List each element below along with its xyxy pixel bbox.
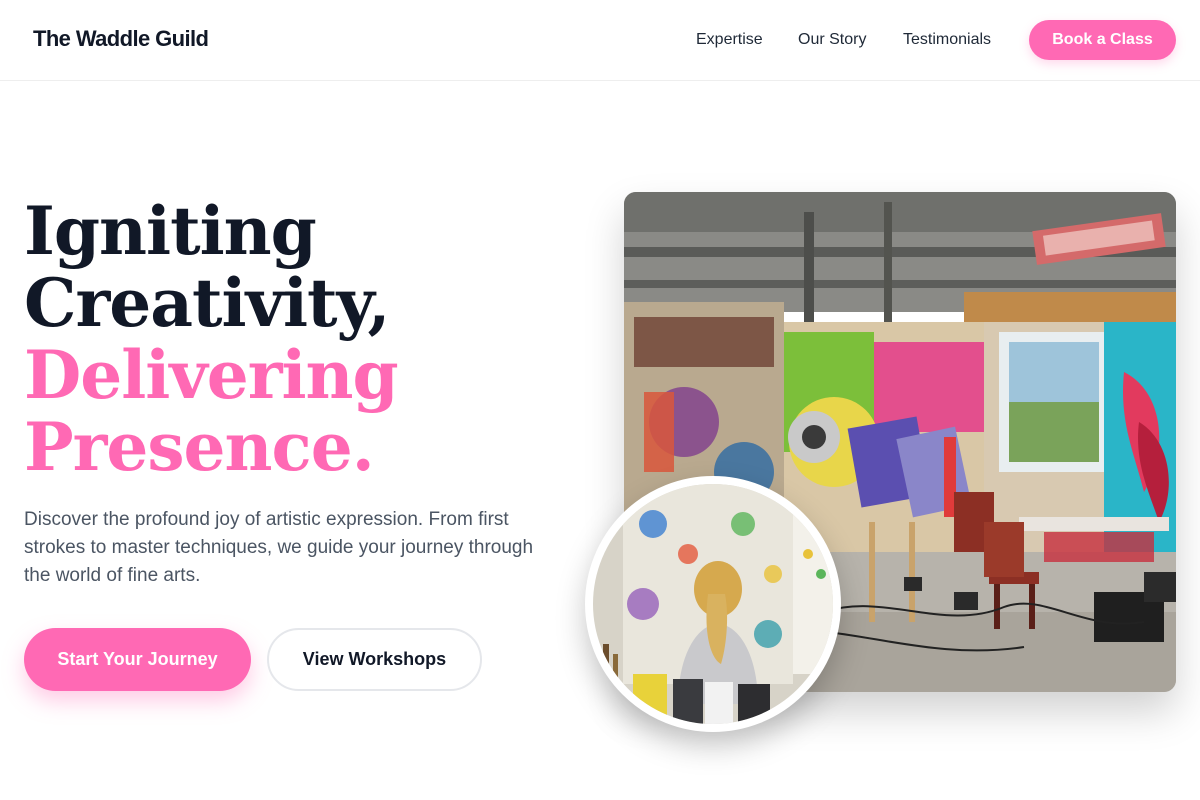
inset-image [585, 476, 841, 732]
hero-description: Discover the profound joy of artistic ex… [24, 509, 534, 586]
brand-logo[interactable]: The Waddle Guild [33, 26, 209, 52]
headline-line-3: Delivering [24, 336, 399, 414]
site-header: The Waddle Guild Expertise Our Story Tes… [0, 0, 1200, 81]
view-workshops-button[interactable]: View Workshops [267, 628, 482, 691]
nav-link-expertise[interactable]: Expertise [696, 31, 763, 49]
hero-headline: Igniting Creativity, Delivering Presence… [24, 195, 584, 483]
book-class-button[interactable]: Book a Class [1029, 20, 1176, 60]
headline-line-2: Creativity, [24, 264, 391, 342]
start-journey-button[interactable]: Start Your Journey [24, 628, 251, 691]
nav-link-our-story[interactable]: Our Story [798, 31, 866, 49]
headline-line-1: Igniting [24, 192, 317, 270]
nav-link-testimonials[interactable]: Testimonials [903, 31, 991, 49]
headline-line-4: Presence. [24, 408, 375, 486]
